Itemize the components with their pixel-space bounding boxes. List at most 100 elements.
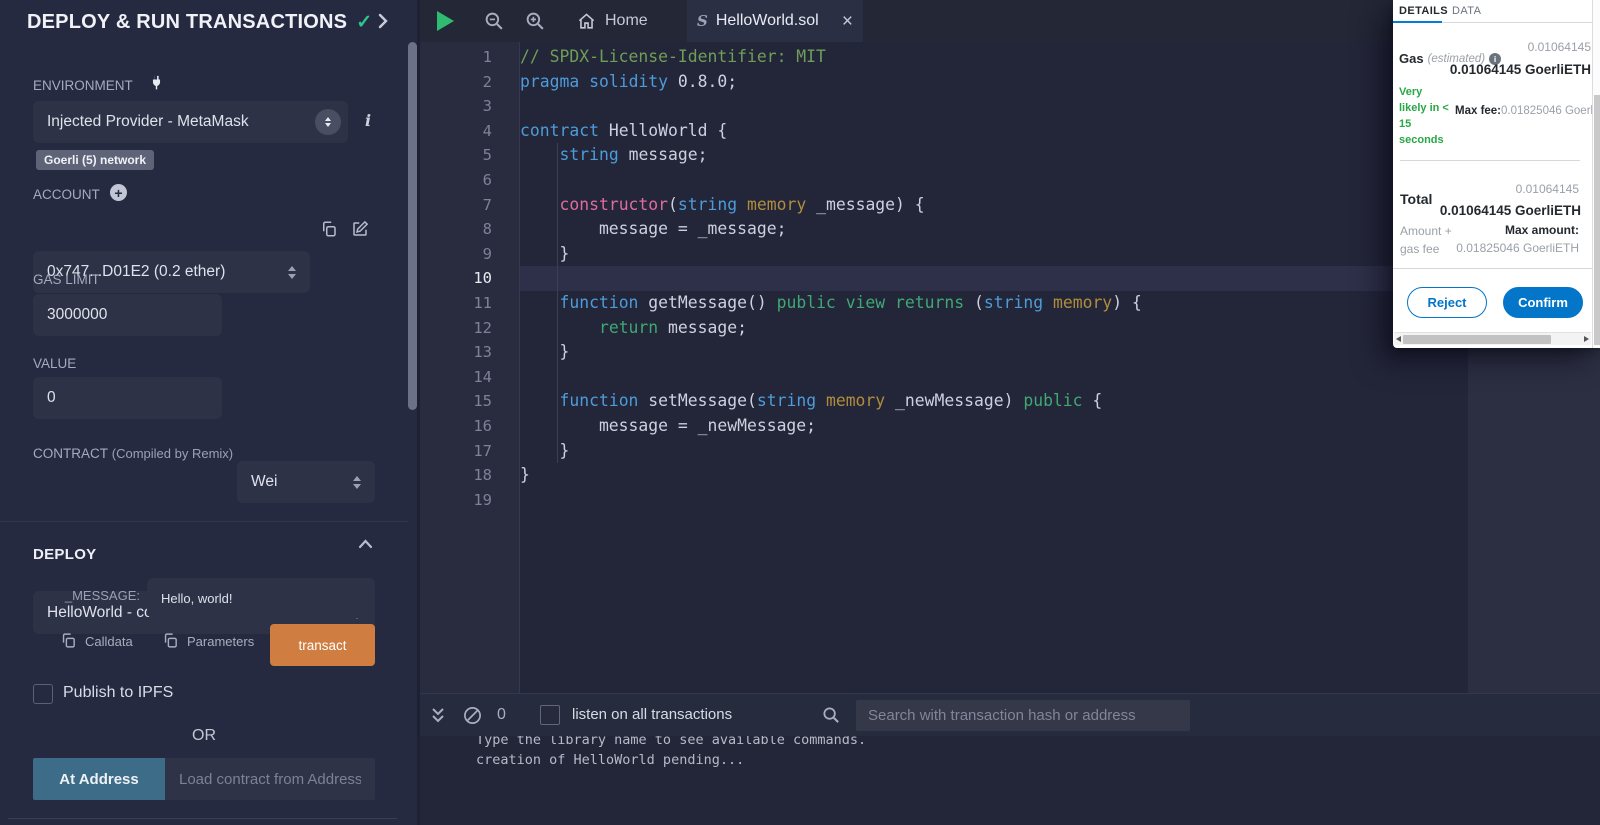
line-number: 12 (473, 318, 492, 337)
code-line[interactable]: contract HelloWorld { (520, 119, 1468, 144)
metamask-tab-data[interactable]: DATA (1452, 5, 1481, 17)
tab-home-label: Home (605, 12, 648, 29)
code-line[interactable] (520, 168, 1468, 193)
expand-terminal-icon[interactable] (431, 707, 445, 729)
zoom-out-icon[interactable] (484, 11, 505, 37)
total-label: Total (1400, 191, 1433, 207)
transact-button[interactable]: transact (270, 624, 375, 666)
line-number: 8 (482, 220, 492, 239)
contract-label: CONTRACT (Compiled by Remix) (33, 446, 234, 461)
code-line[interactable]: message = _newMessage; (520, 414, 1468, 439)
vertical-scroll-thumb[interactable] (1594, 95, 1600, 345)
line-number: 10 (473, 269, 492, 288)
code-line[interactable]: // SPDX-License-Identifier: MIT (520, 45, 1468, 70)
gas-secondary-amount: 0.01064145 (1527, 40, 1591, 54)
reject-button[interactable]: Reject (1407, 287, 1487, 318)
account-stepper-icon[interactable] (288, 265, 296, 279)
code-line[interactable]: } (520, 340, 1468, 365)
metamask-tab-details[interactable]: DETAILS (1399, 5, 1448, 17)
line-number: 3 (482, 97, 492, 116)
editor-gutter: 1 2 3 4 5 6 7 8 9 10 11 12 13 14 15 16 17 18 19 (420, 42, 519, 693)
line-number: 16 (473, 416, 492, 435)
unit-stepper-icon[interactable] (353, 475, 361, 489)
code-line[interactable] (520, 266, 1468, 291)
run-script-play-icon[interactable] (437, 11, 454, 31)
total-secondary-amount: 0.01064145 (1515, 182, 1579, 196)
code-line[interactable] (520, 365, 1468, 390)
calldata-copy-icon[interactable] (60, 632, 77, 654)
collapse-panel-icon[interactable] (378, 13, 388, 34)
line-number: 17 (473, 441, 492, 460)
terminal-log-line: creation of HelloWorld pending... (476, 751, 745, 768)
solidity-file-icon: S (697, 12, 708, 30)
tab-home[interactable]: Home (565, 0, 660, 42)
environment-select[interactable]: Injected Provider - MetaMask (33, 101, 348, 143)
deploy-heading: DEPLOY (33, 546, 97, 563)
publish-ipfs-checkbox[interactable] (33, 684, 53, 704)
account-label: ACCOUNT (33, 187, 100, 202)
code-line[interactable]: function getMessage() public view return… (520, 291, 1468, 316)
horizontal-scroll-thumb[interactable] (1403, 335, 1551, 344)
line-number: 11 (473, 293, 492, 312)
at-address-button[interactable]: At Address (33, 758, 165, 800)
close-tab-icon[interactable]: × (842, 12, 853, 31)
code-line[interactable]: } (520, 463, 1468, 488)
metamask-horizontal-scrollbar[interactable] (1394, 332, 1591, 345)
metamask-footer-divider (1393, 268, 1600, 269)
value-label: VALUE (33, 356, 77, 371)
line-number: 13 (473, 343, 492, 362)
code-line[interactable] (520, 94, 1468, 119)
calldata-label[interactable]: Calldata (85, 634, 133, 649)
message-param-input[interactable] (147, 578, 375, 618)
plug-icon (148, 74, 165, 97)
terminal-toolbar: 0 listen on all transactions (420, 693, 1600, 736)
environment-info-icon[interactable]: i (365, 111, 371, 130)
code-line[interactable]: } (520, 242, 1468, 267)
collapse-deploy-icon[interactable] (358, 536, 373, 554)
scroll-right-icon[interactable] (1584, 336, 1589, 342)
parameters-label[interactable]: Parameters (187, 634, 254, 649)
gas-speed-estimate: Very likely in < 15 seconds (1399, 86, 1449, 146)
copy-account-icon[interactable] (320, 220, 338, 243)
line-number: 6 (482, 170, 492, 189)
listen-transactions-checkbox[interactable] (540, 705, 560, 725)
value-input[interactable] (33, 377, 222, 419)
code-line[interactable]: string message; (520, 143, 1468, 168)
contract-note: (Compiled by Remix) (111, 446, 234, 461)
terminal: 0 listen on all transactions Type the li… (420, 693, 1600, 825)
max-amount-label: Max amount: (1504, 223, 1579, 237)
at-address-input[interactable] (165, 758, 375, 800)
gas-limit-label: GAS LIMIT (33, 272, 100, 287)
edit-account-icon[interactable] (351, 220, 369, 243)
zoom-in-icon[interactable] (525, 11, 546, 37)
terminal-search-input[interactable] (856, 700, 1190, 731)
code-line[interactable]: message = _message; (520, 217, 1468, 242)
code-line[interactable]: constructor(string memory _message) { (520, 193, 1468, 218)
or-label: OR (192, 727, 216, 744)
code-line[interactable]: function setMessage(string memory _newMe… (520, 389, 1468, 414)
value-unit-select[interactable]: Wei (237, 461, 375, 503)
network-badge: Goerli (5) network (36, 150, 155, 170)
editor-code-area[interactable]: // SPDX-License-Identifier: MIT pragma so… (519, 42, 1468, 693)
transaction-count-badge: 0 (497, 706, 506, 723)
clear-console-ban-icon[interactable] (463, 706, 482, 730)
metamask-vertical-scrollbar[interactable] (1592, 0, 1600, 348)
section-divider (0, 521, 408, 522)
parameters-copy-icon[interactable] (162, 632, 179, 654)
environment-stepper-icon[interactable] (315, 109, 341, 135)
gas-limit-input[interactable] (33, 294, 222, 336)
code-line[interactable] (520, 488, 1468, 513)
scroll-left-icon[interactable] (1396, 336, 1401, 342)
confirm-button[interactable]: Confirm (1503, 287, 1583, 318)
code-line[interactable]: return message; (520, 316, 1468, 341)
amount-gas-fee-label: Amount + gas fee (1400, 224, 1452, 256)
code-line[interactable]: } (520, 439, 1468, 464)
gas-primary-amount: 0.01064145 GoerliETH (1449, 62, 1591, 77)
add-account-icon[interactable]: + (110, 184, 127, 201)
code-line[interactable]: pragma solidity 0.8.0; (520, 70, 1468, 95)
bottom-divider (8, 818, 397, 819)
line-number: 5 (482, 146, 492, 165)
active-tab-underline (1393, 21, 1442, 23)
panel-scrollbar[interactable] (408, 42, 417, 410)
tab-helloworld-sol[interactable]: S HelloWorld.sol × (687, 0, 863, 42)
